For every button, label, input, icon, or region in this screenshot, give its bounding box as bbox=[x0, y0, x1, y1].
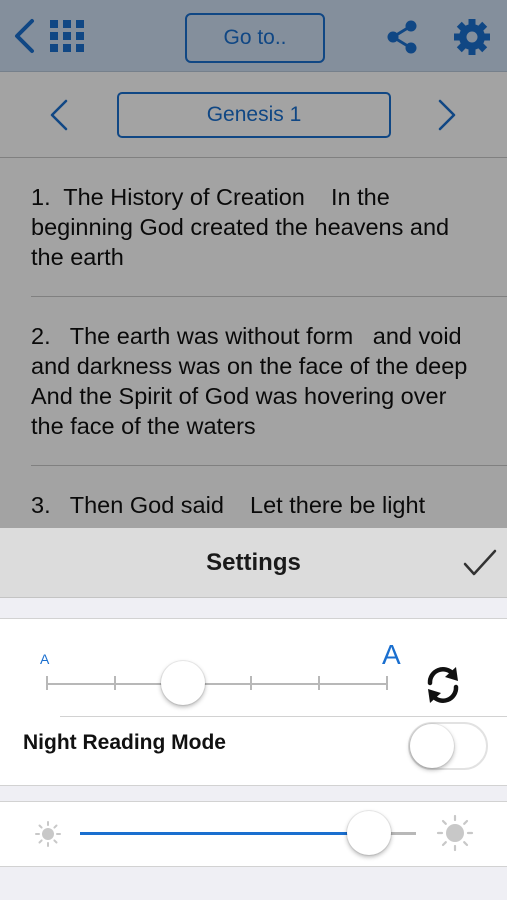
font-size-slider-thumb[interactable] bbox=[161, 661, 205, 705]
reader-view: Go to.. Genesis 1 1. The History of Crea… bbox=[0, 0, 507, 528]
night-mode-toggle[interactable] bbox=[408, 722, 488, 770]
font-size-large-label: A bbox=[382, 639, 401, 670]
night-mode-label: Night Reading Mode bbox=[23, 731, 226, 754]
checkmark-icon[interactable] bbox=[462, 548, 498, 578]
sun-large-icon bbox=[436, 814, 474, 852]
brightness-slider-thumb[interactable] bbox=[346, 811, 391, 855]
font-size-tick bbox=[46, 676, 48, 690]
settings-header: Settings bbox=[0, 528, 507, 598]
font-size-tick bbox=[386, 676, 388, 690]
font-size-tick bbox=[250, 676, 252, 690]
font-size-tick bbox=[114, 676, 116, 690]
dim-overlay[interactable] bbox=[0, 0, 507, 528]
row-divider bbox=[60, 716, 507, 717]
font-size-slider-track[interactable] bbox=[47, 683, 387, 685]
brightness-group bbox=[0, 801, 507, 867]
font-size-tick bbox=[318, 676, 320, 690]
font-and-night-group: A A Night Reading Mode bbox=[0, 618, 507, 786]
font-size-small-label: A bbox=[40, 651, 50, 667]
settings-sheet: Settings A A Night Reading Mode bbox=[0, 528, 507, 900]
sun-small-icon bbox=[35, 821, 61, 847]
refresh-icon[interactable] bbox=[422, 663, 464, 707]
brightness-slider-fill bbox=[80, 832, 369, 835]
settings-title: Settings bbox=[206, 549, 301, 576]
night-mode-toggle-knob[interactable] bbox=[410, 724, 454, 768]
